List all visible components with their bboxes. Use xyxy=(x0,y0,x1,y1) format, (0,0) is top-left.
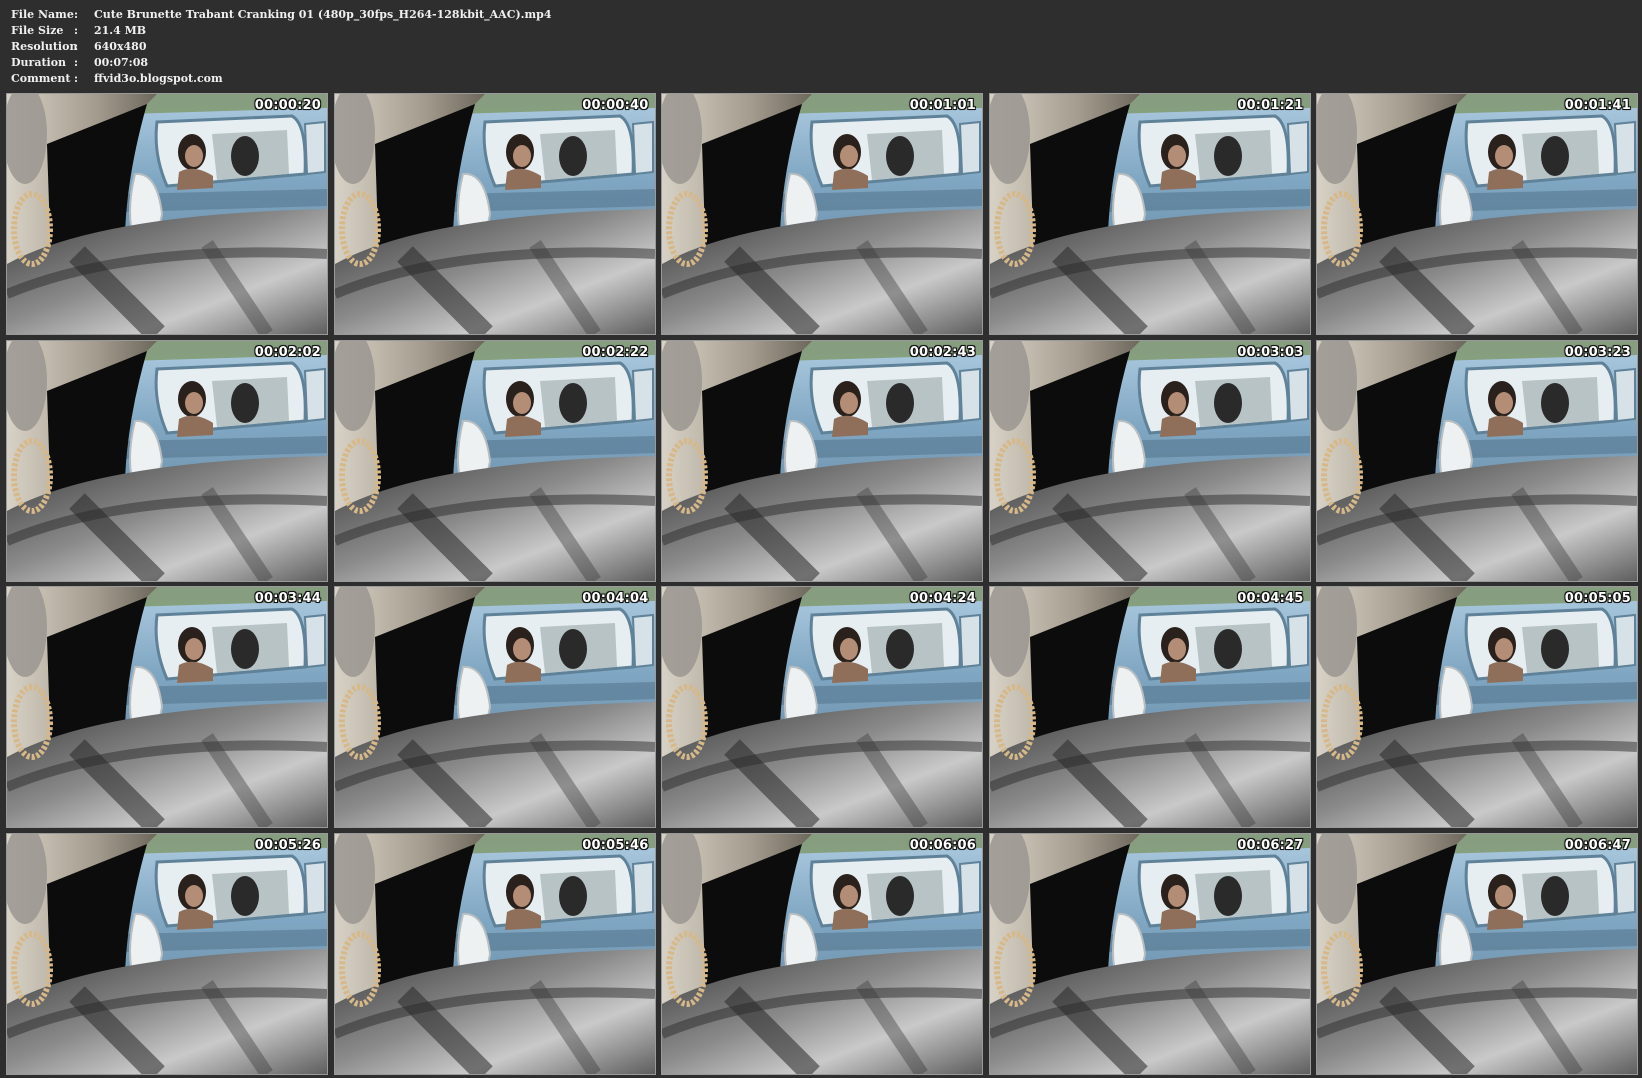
thumbnail-timestamp: 00:02:43 xyxy=(909,344,976,360)
video-thumbnail: 00:05:26 xyxy=(6,832,328,1075)
info-value: Cute Brunette Trabant Cranking 01 (480p_… xyxy=(94,8,552,21)
thumbnail-timestamp: 00:06:47 xyxy=(1564,837,1631,853)
video-thumbnail: 00:04:45 xyxy=(988,586,1311,828)
video-thumbnail: 00:00:40 xyxy=(333,93,656,335)
video-frame-image xyxy=(7,587,327,827)
thumbnail-timestamp: 00:03:44 xyxy=(254,591,321,606)
thumbnail-timestamp: 00:05:26 xyxy=(254,837,321,853)
video-thumbnail: 00:02:02 xyxy=(6,339,328,582)
thumbnail-timestamp: 00:04:04 xyxy=(582,591,649,606)
info-separator: : xyxy=(74,24,79,37)
video-thumbnail: 00:03:44 xyxy=(6,586,328,828)
video-frame-image xyxy=(334,94,655,334)
video-frame-image xyxy=(7,340,327,581)
info-value: 00:07:08 xyxy=(94,56,149,69)
info-row-duration: Duration : 00:07:08 xyxy=(11,55,551,71)
info-value: 640x480 xyxy=(94,40,147,53)
video-thumbnail: 00:02:43 xyxy=(661,339,983,582)
info-separator: : xyxy=(74,40,79,53)
thumbnail-timestamp: 00:03:03 xyxy=(1237,344,1304,360)
info-separator: : xyxy=(74,72,79,85)
video-frame-image xyxy=(334,340,655,581)
thumbnail-timestamp: 00:03:23 xyxy=(1564,344,1631,360)
video-thumbnail: 00:03:23 xyxy=(1316,339,1638,582)
thumbnail-timestamp: 00:00:20 xyxy=(254,98,321,113)
info-label: File Name xyxy=(11,8,74,21)
info-row-file-size: File Size : 21.4 MB xyxy=(11,23,551,39)
video-thumbnail: 00:06:06 xyxy=(661,832,983,1075)
video-frame-image xyxy=(989,833,1310,1074)
video-thumbnail: 00:02:22 xyxy=(333,339,656,582)
info-label: Duration xyxy=(11,56,67,69)
video-thumbnail: 00:01:01 xyxy=(661,93,983,335)
video-frame-image xyxy=(989,340,1310,581)
video-thumbnail: 00:03:03 xyxy=(988,339,1311,582)
video-frame-image xyxy=(662,587,982,827)
info-row-resolution: Resolution : 640x480 xyxy=(11,39,551,55)
video-thumbnail: 00:05:05 xyxy=(1316,586,1638,828)
info-value: ffvid3o.blogspot.com xyxy=(94,72,223,85)
video-frame-image xyxy=(334,587,655,827)
video-thumbnail: 00:05:46 xyxy=(333,832,656,1075)
info-value: 21.4 MB xyxy=(94,24,147,37)
thumbnail-timestamp: 00:02:22 xyxy=(582,344,649,360)
video-thumbnail: 00:01:41 xyxy=(1316,93,1638,335)
video-thumbnail: 00:06:47 xyxy=(1316,832,1638,1075)
video-thumbnail: 00:06:27 xyxy=(988,832,1311,1075)
info-label: Resolution xyxy=(11,40,78,53)
video-thumbnail: 00:00:20 xyxy=(6,93,328,335)
thumbnail-timestamp: 00:04:24 xyxy=(909,591,976,606)
info-separator: : xyxy=(74,8,79,21)
video-frame-image xyxy=(1317,833,1637,1074)
video-frame-image xyxy=(989,94,1310,334)
video-frame-image xyxy=(662,833,982,1074)
info-row-comment: Comment : ffvid3o.blogspot.com xyxy=(11,71,551,87)
video-thumbnail: 00:04:24 xyxy=(661,586,983,828)
video-frame-image xyxy=(1317,587,1637,827)
info-label: File Size xyxy=(11,24,64,37)
thumbnail-timestamp: 00:00:40 xyxy=(582,98,649,113)
thumbnail-timestamp: 00:06:06 xyxy=(909,837,976,853)
thumbnail-timestamp: 00:05:46 xyxy=(582,837,649,853)
video-thumbnail: 00:04:04 xyxy=(333,586,656,828)
video-frame-image xyxy=(1317,94,1637,334)
thumbnail-grid: 00:00:20 00:00:40 00:01:01 00:01:21 00:0… xyxy=(6,93,1638,1075)
thumbnail-timestamp: 00:06:27 xyxy=(1237,837,1304,853)
video-frame-image xyxy=(662,340,982,581)
info-separator: : xyxy=(74,56,79,69)
video-thumbnail: 00:01:21 xyxy=(988,93,1311,335)
video-frame-image xyxy=(989,587,1310,827)
info-label: Comment xyxy=(11,72,71,85)
thumbnail-timestamp: 00:01:01 xyxy=(909,98,976,113)
info-row-file-name: File Name : Cute Brunette Trabant Cranki… xyxy=(11,7,551,23)
video-frame-image xyxy=(1317,340,1637,581)
video-frame-image xyxy=(334,833,655,1074)
file-info-header: File Name : Cute Brunette Trabant Cranki… xyxy=(11,7,551,87)
video-frame-image xyxy=(7,833,327,1074)
video-frame-image xyxy=(662,94,982,334)
video-frame-image xyxy=(7,94,327,334)
thumbnail-timestamp: 00:05:05 xyxy=(1564,591,1631,606)
thumbnail-timestamp: 00:01:21 xyxy=(1237,98,1304,113)
thumbnail-timestamp: 00:01:41 xyxy=(1564,98,1631,113)
thumbnail-timestamp: 00:04:45 xyxy=(1237,591,1304,606)
thumbnail-timestamp: 00:02:02 xyxy=(254,344,321,360)
